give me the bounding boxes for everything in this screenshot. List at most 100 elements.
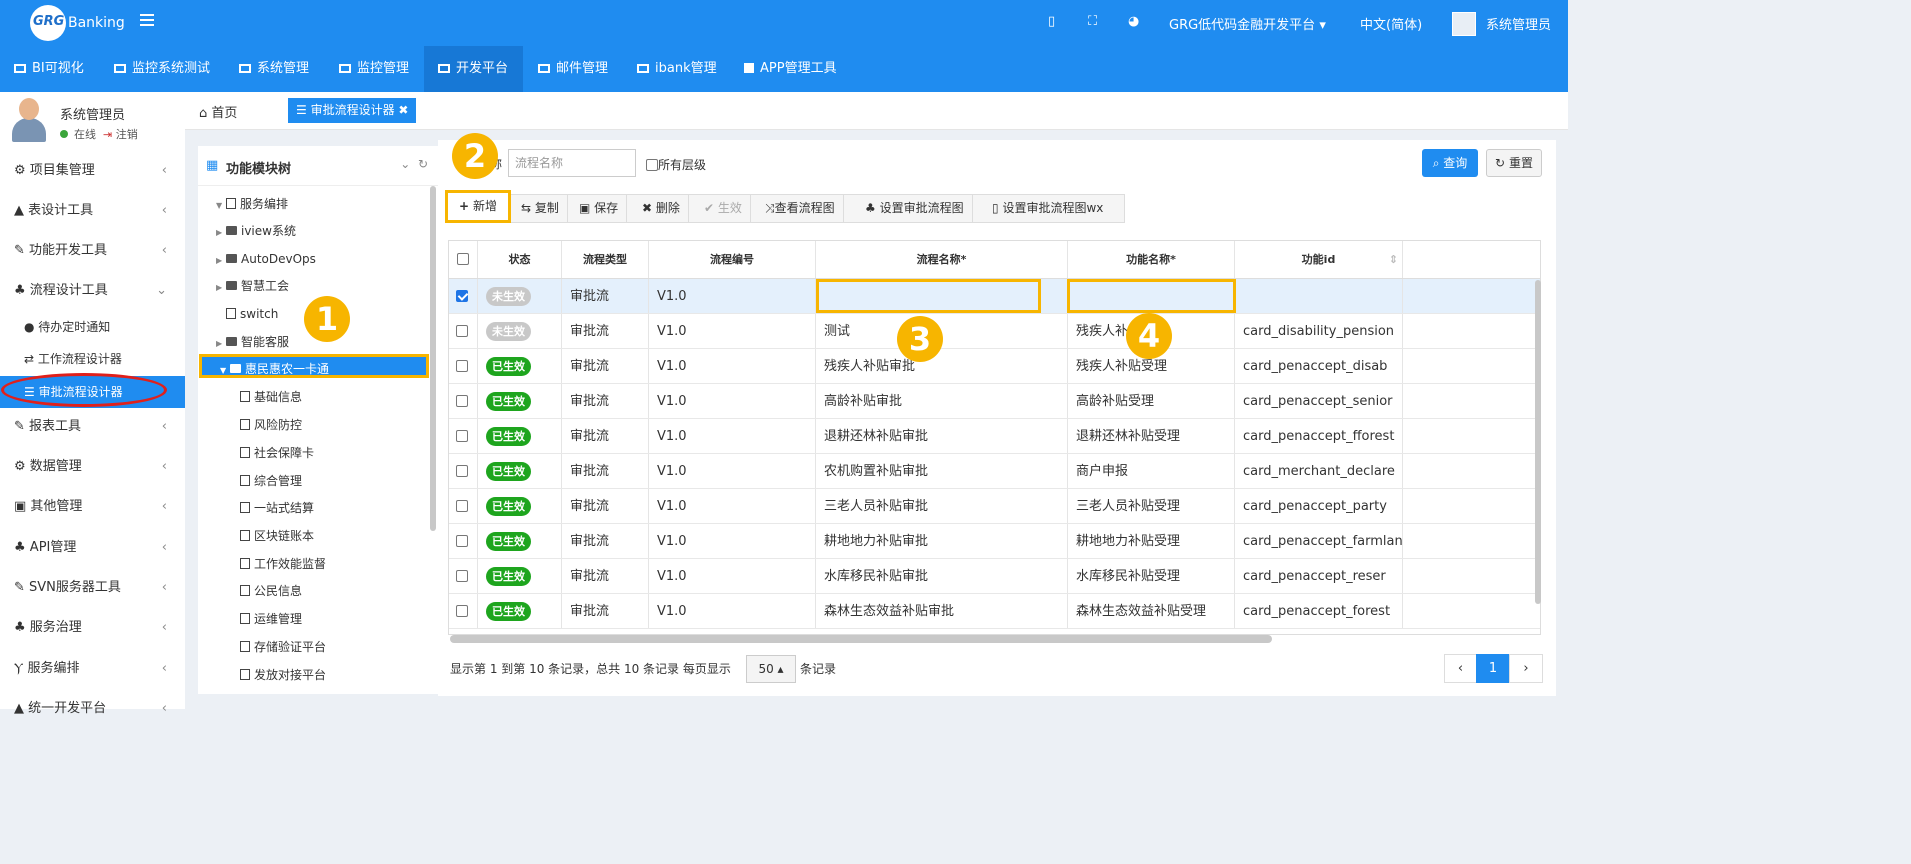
func-name-cell[interactable]: 商户申报: [1068, 454, 1235, 488]
collapse-icon[interactable]: ⌄: [400, 157, 410, 171]
query-button[interactable]: ⌕ 查询: [1422, 149, 1478, 177]
menu-ibank[interactable]: ibank管理: [623, 46, 731, 92]
table-row[interactable]: 已生效 审批流 V1.0 三老人员补贴审批 三老人员补贴受理 card_penaccept…: [449, 489, 1540, 524]
sidebar-item-workflow-designer[interactable]: ⇄ 工作流程设计器: [0, 343, 185, 375]
bookmark-icon[interactable]: ▯: [1048, 14, 1055, 29]
col-status[interactable]: 状态: [478, 241, 562, 278]
sidebar-group-data[interactable]: ⚙ 数据管理 ‹: [0, 447, 185, 487]
row-checkbox[interactable]: [449, 594, 478, 628]
sidebar-group-other[interactable]: ▣ 其他管理 ‹: [0, 487, 185, 527]
row-checkbox[interactable]: [449, 524, 478, 558]
flow-name-cell[interactable]: 耕地地力补贴审批: [816, 524, 1068, 558]
page-size-dropdown[interactable]: 50 ▴: [746, 655, 796, 683]
language-switch[interactable]: 中文(简体): [1360, 14, 1422, 33]
menu-monitor-mgmt[interactable]: 监控管理: [325, 46, 423, 92]
menu-system[interactable]: 系统管理: [225, 46, 323, 92]
tree-node-selected[interactable]: ▼ 惠民惠农一卡通: [199, 354, 429, 378]
table-row[interactable]: 已生效 审批流 V1.0 农机购置补贴审批 商户申报 card_merchant_decl…: [449, 454, 1540, 489]
tree-node[interactable]: ▶ 智慧工会: [216, 274, 289, 298]
logout-link[interactable]: 注销: [116, 128, 138, 141]
tree-leaf[interactable]: 风险防控: [240, 413, 302, 437]
refresh-icon[interactable]: ↻: [418, 157, 428, 171]
flow-name-cell[interactable]: 残疾人补贴审批: [816, 349, 1068, 383]
prev-page-button[interactable]: ‹: [1444, 654, 1477, 683]
page-1-button[interactable]: 1: [1476, 654, 1510, 683]
table-row[interactable]: 已生效 审批流 V1.0 水库移民补贴审批 水库移民补贴受理 card_penaccept…: [449, 559, 1540, 594]
select-all-checkbox[interactable]: [449, 241, 478, 278]
table-row[interactable]: 未生效 审批流 V1.0 测试 残疾人补贴 card_disability_pension: [449, 314, 1540, 349]
func-name-cell[interactable]: 高龄补贴受理: [1068, 384, 1235, 418]
col-func-name[interactable]: 功能名称*: [1068, 241, 1235, 278]
tree-leaf[interactable]: 一站式结算: [240, 496, 314, 520]
menu-app-tools[interactable]: APP管理工具: [730, 46, 851, 92]
row-checkbox[interactable]: [449, 454, 478, 488]
flow-name-cell[interactable]: 水库移民补贴审批: [816, 559, 1068, 593]
tree-leaf[interactable]: 存储验证平台: [240, 635, 326, 659]
sidebar-item-todo-notify[interactable]: ● 待办定时通知: [0, 311, 185, 343]
table-horizontal-scrollbar[interactable]: [450, 635, 1272, 643]
tree-node[interactable]: switch: [216, 302, 278, 326]
reset-button[interactable]: ↻ 重置: [1486, 149, 1542, 177]
func-name-cell[interactable]: 森林生态效益补贴受理: [1068, 594, 1235, 628]
next-page-button[interactable]: ›: [1509, 654, 1543, 683]
tree-node[interactable]: ▶ AutoDevOps: [216, 247, 316, 271]
tree-node[interactable]: ▶ 智能客服: [216, 330, 289, 354]
tree-leaf[interactable]: 社会保障卡: [240, 441, 314, 465]
activate-button[interactable]: ✔ 生效: [696, 195, 751, 222]
func-name-cell[interactable]: 退耕还林补贴受理: [1068, 419, 1235, 453]
copy-button[interactable]: ⇆ 复制: [513, 195, 568, 222]
row-checkbox[interactable]: [449, 419, 478, 453]
menu-monitor-test[interactable]: 监控系统测试: [100, 46, 224, 92]
save-button[interactable]: ▣ 保存: [571, 195, 628, 222]
set-flow-wx-button[interactable]: ▯ 设置审批流程图wx: [984, 195, 1111, 222]
table-row[interactable]: 已生效 审批流 V1.0 退耕还林补贴审批 退耕还林补贴受理 card_penaccept…: [449, 419, 1540, 454]
tree-scrollbar[interactable]: [430, 186, 436, 531]
dashboard-icon[interactable]: ◕: [1128, 14, 1139, 29]
table-vertical-scrollbar[interactable]: [1535, 280, 1541, 604]
table-row[interactable]: 已生效 审批流 V1.0 高龄补贴审批 高龄补贴受理 card_penaccept_sen…: [449, 384, 1540, 419]
sidebar-group-api[interactable]: ♣ API管理 ‹: [0, 528, 185, 568]
admin-avatar[interactable]: [1452, 12, 1476, 36]
sidebar-group-unified-dev[interactable]: ▲ 统一开发平台 ‹: [0, 689, 185, 729]
flow-name-input[interactable]: 流程名称: [508, 149, 636, 177]
tree-leaf[interactable]: 综合管理: [240, 469, 302, 493]
sidebar-group-svn[interactable]: ✎ SVN服务器工具 ‹: [0, 568, 185, 608]
func-name-cell[interactable]: 耕地地力补贴受理: [1068, 524, 1235, 558]
sidebar-group-func-dev[interactable]: ✎ 功能开发工具 ‹: [0, 231, 185, 271]
flow-name-cell[interactable]: 森林生态效益补贴审批: [816, 594, 1068, 628]
sidebar-group-service-gov[interactable]: ♣ 服务治理 ‹: [0, 608, 185, 648]
tree-leaf[interactable]: 工作效能监督: [240, 552, 326, 576]
menu-bi[interactable]: BI可视化: [0, 46, 98, 92]
grg-logo[interactable]: GRG Banking: [30, 5, 125, 41]
set-flow-button[interactable]: ♣ 设置审批流程图: [857, 195, 973, 222]
add-button[interactable]: + 新增: [445, 190, 511, 223]
tree-node[interactable]: ▶ iview系统: [216, 219, 296, 243]
func-name-cell[interactable]: 三老人员补贴受理: [1068, 489, 1235, 523]
flow-name-cell[interactable]: 农机购置补贴审批: [816, 454, 1068, 488]
tab-home[interactable]: ⌂ 首页: [199, 102, 237, 121]
row-checkbox[interactable]: [449, 279, 478, 313]
flow-name-cell[interactable]: 退耕还林补贴审批: [816, 419, 1068, 453]
tree-leaf[interactable]: 运维管理: [240, 607, 302, 631]
logout-icon[interactable]: ⇥: [103, 128, 112, 141]
row-checkbox[interactable]: [449, 384, 478, 418]
func-name-cell[interactable]: 水库移民补贴受理: [1068, 559, 1235, 593]
sidebar-group-project[interactable]: ⚙ 项目集管理 ‹: [0, 151, 185, 191]
tree-leaf[interactable]: 基础信息: [240, 385, 302, 409]
fullscreen-icon[interactable]: ⛶: [1088, 14, 1097, 29]
table-row[interactable]: 已生效 审批流 V1.0 耕地地力补贴审批 耕地地力补贴受理 card_penaccept…: [449, 524, 1540, 559]
row-checkbox[interactable]: [449, 559, 478, 593]
col-type[interactable]: 流程类型: [562, 241, 649, 278]
tree-leaf[interactable]: 公民信息: [240, 579, 302, 603]
platform-dropdown[interactable]: GRG低代码金融开发平台 ▾: [1169, 14, 1326, 33]
view-flow-button[interactable]: ⤨查看流程图: [757, 195, 844, 222]
flow-name-cell[interactable]: 三老人员补贴审批: [816, 489, 1068, 523]
col-flow-name[interactable]: 流程名称*: [816, 241, 1068, 278]
tree-node-root[interactable]: ▼ 服务编排: [216, 192, 288, 216]
tab-approval-designer[interactable]: ☰ 审批流程设计器 ✖: [288, 98, 417, 123]
col-version[interactable]: 流程编号: [649, 241, 816, 278]
menu-mail[interactable]: 邮件管理: [524, 46, 622, 92]
sidebar-group-flow-design[interactable]: ♣ 流程设计工具 ⌄: [0, 271, 185, 311]
tree-leaf[interactable]: 发放对接平台: [240, 663, 326, 687]
table-row[interactable]: 已生效 审批流 V1.0 森林生态效益补贴审批 森林生态效益补贴受理 card_penac…: [449, 594, 1540, 629]
